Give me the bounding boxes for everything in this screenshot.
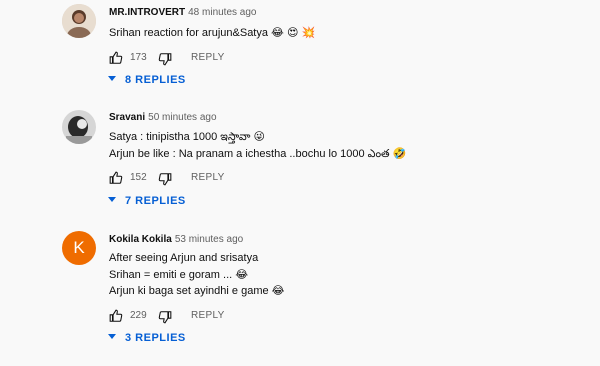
timestamp[interactable]: 53 minutes ago [175,234,243,245]
like-count: 229 [130,310,147,321]
caret-down-icon [108,334,116,339]
comment-text-line: Srihan = emiti e goram ... 😂 [109,269,249,281]
thumbs-up-icon[interactable] [109,309,123,323]
author-name[interactable]: Sravani [109,112,145,123]
caret-down-icon [108,76,116,81]
comment-header: MR.INTROVERT 48 minutes ago [109,7,257,18]
thumbs-down-icon[interactable] [158,52,172,66]
person-photo-avatar-icon [62,4,96,38]
like-count: 152 [130,172,147,183]
author-name[interactable]: Kokila Kokila [109,234,172,245]
avatar-letter: K [73,238,85,257]
timestamp[interactable]: 50 minutes ago [148,112,216,123]
replies-label: 3 REPLIES [125,332,186,344]
caret-down-icon [108,197,116,202]
comment-text-line: Satya : tinipistha 1000 ఇస్తావా 😜 [109,131,265,143]
view-replies-button[interactable]: 7 REPLIES [108,195,186,207]
avatar[interactable]: K [62,231,96,265]
thumbs-down-icon[interactable] [158,172,172,186]
reply-button[interactable]: REPLY [191,172,225,183]
author-name[interactable]: MR.INTROVERT [109,7,185,18]
like-count: 173 [130,52,147,63]
comment-text-line: Arjun be like : Na pranam a ichestha ..b… [109,148,407,160]
comment-text-line: After seeing Arjun and srisatya [109,252,259,264]
comment-text-line: Srihan reaction for arujun&Satya 😂 😍 💥 [109,27,316,39]
comment-header: Sravani 50 minutes ago [109,112,217,123]
replies-label: 7 REPLIES [125,195,186,207]
comment-header: Kokila Kokila 53 minutes ago [109,234,243,245]
thumbs-down-icon[interactable] [158,310,172,324]
comment-text-line: Arjun ki baga set ayindhi e game 😂 [109,285,285,297]
timestamp[interactable]: 48 minutes ago [188,7,256,18]
view-replies-button[interactable]: 8 REPLIES [108,74,186,86]
photo-avatar-icon [62,110,96,144]
thumbs-up-icon[interactable] [109,171,123,185]
replies-label: 8 REPLIES [125,74,186,86]
avatar[interactable] [62,4,96,38]
view-replies-button[interactable]: 3 REPLIES [108,332,186,344]
avatar[interactable] [62,110,96,144]
reply-button[interactable]: REPLY [191,52,225,63]
reply-button[interactable]: REPLY [191,310,225,321]
thumbs-up-icon[interactable] [109,51,123,65]
